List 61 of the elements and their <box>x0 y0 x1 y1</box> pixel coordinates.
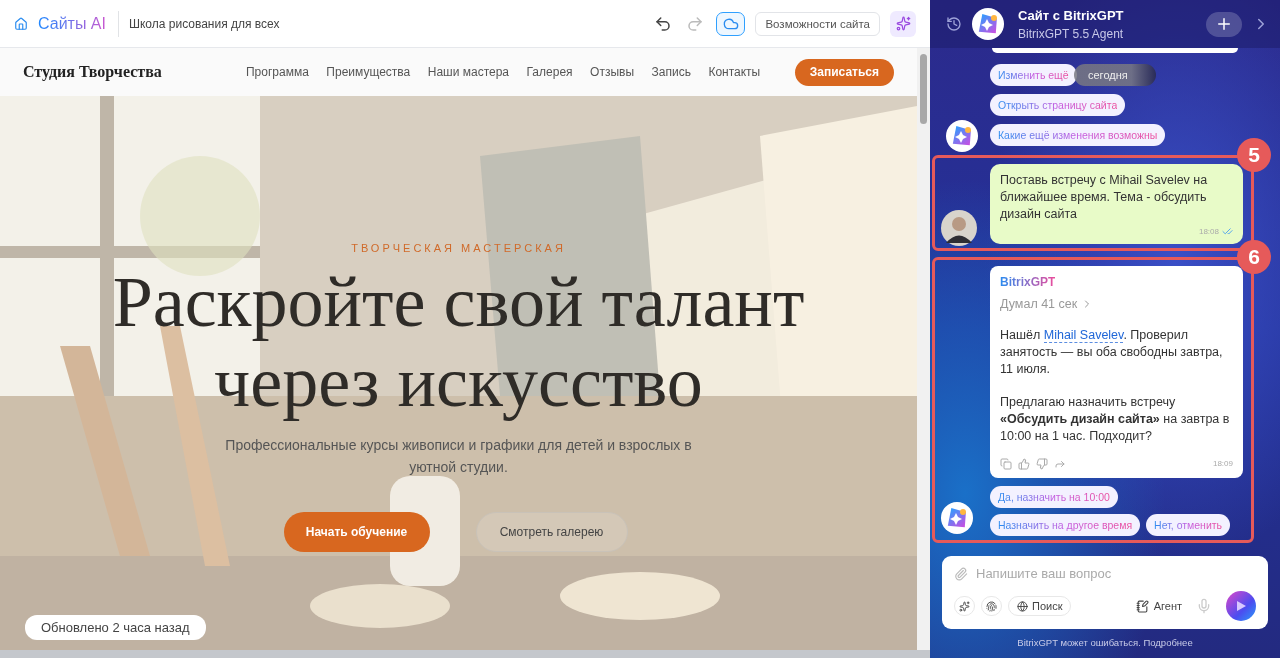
read-icon <box>1222 226 1233 237</box>
gallery-button[interactable]: Смотреть галерею <box>475 512 628 552</box>
scrollbar[interactable] <box>917 48 930 650</box>
hero-kicker: ТВОРЧЕСКАЯ МАСТЕРСКАЯ <box>351 242 566 254</box>
nav-link[interactable]: Наши мастера <box>427 65 510 79</box>
updated-badge: Обновлено 2 часа назад <box>25 615 206 640</box>
chat-title: Сайт с BitrixGPT <box>1018 7 1125 23</box>
globe-icon[interactable] <box>1017 600 1028 612</box>
message-time: 18:08 <box>1198 226 1219 238</box>
assistant-button[interactable] <box>890 10 916 37</box>
message-text: Поставь встречу с Mihail Savelev на ближайшее время. Тема - обсудить дизайн сайта <box>1000 172 1209 223</box>
sparkle-icon[interactable] <box>895 16 911 31</box>
search-button[interactable]: Поиск <box>1008 596 1072 616</box>
horizontal-scrollbar[interactable] <box>0 650 930 658</box>
sparkle-icon[interactable] <box>959 600 970 612</box>
site-brand: Студия Творчества <box>23 63 163 81</box>
send-button[interactable] <box>1226 591 1256 621</box>
notebook-icon[interactable] <box>1135 599 1149 613</box>
agent-button[interactable]: Агент <box>1135 599 1182 613</box>
nav-link[interactable]: Контакты <box>708 65 761 79</box>
annotation-badge: 5 <box>1237 138 1271 172</box>
start-button[interactable]: Начать обучение <box>283 512 430 552</box>
user-avatar <box>941 210 977 246</box>
bot-avatar-icon <box>972 8 1004 40</box>
chat-subtitle: BitrixGPT 5.5 Agent <box>1018 26 1125 41</box>
nav-link[interactable]: Преимущества <box>326 65 411 79</box>
app-logo: Сайты AI <box>38 10 119 37</box>
site-name: Школа рисования для всех <box>128 16 280 31</box>
message-text: Нашёл Mihail Savelev. Проверил занятость — вы оба свободны завтра, 11 июля. <box>1000 327 1224 378</box>
plus-icon[interactable] <box>1215 15 1233 33</box>
date-toast: сегодня <box>1074 64 1156 86</box>
nav-link[interactable]: Запись <box>651 65 691 79</box>
message-time: 18:09 <box>1212 458 1233 470</box>
suggestion-chip[interactable]: Да, назначить на 10:00 <box>990 486 1118 508</box>
suggestion-chip[interactable]: Открыть страницу сайта <box>990 94 1126 116</box>
disclaimer: BitrixGPT может ошибаться. Подробнее <box>1016 636 1194 650</box>
message-text: Предлагаю назначить встречу «Обсудить дизайн сайта» на завтра в 10:00 на 1 час. Подходит? <box>1000 394 1231 445</box>
history-button[interactable] <box>946 16 962 32</box>
send-icon[interactable] <box>1235 600 1247 612</box>
annotation-badge: 6 <box>1237 240 1271 274</box>
fingerprint-button[interactable] <box>981 596 1002 616</box>
fingerprint-icon[interactable] <box>986 600 997 612</box>
nav-link[interactable]: Галерея <box>526 65 573 79</box>
hero-subtitle: Профессиональные курсы живописи и графики для детей и взрослых в уютной студии. <box>224 436 693 477</box>
suggestion-chip[interactable]: Назначить на другое время <box>990 514 1141 536</box>
hero-title: Раскройте свой талант через искусство <box>112 262 805 422</box>
suggestion-chip[interactable]: Изменить ещё <box>990 64 1077 86</box>
bot-avatar-icon <box>941 502 973 534</box>
like-button[interactable] <box>1018 457 1030 470</box>
features-button[interactable]: Возможности сайта <box>755 11 880 36</box>
sparkle-button[interactable] <box>954 596 975 616</box>
suggestion-chip[interactable]: Нет, отменить <box>1146 514 1231 536</box>
suggestion-chip[interactable]: Какие ещё изменения возможны <box>990 124 1166 146</box>
signup-button[interactable]: Записаться <box>794 58 894 86</box>
cloud-button[interactable] <box>716 11 746 36</box>
nav-link[interactable]: Отзывы <box>590 65 635 79</box>
nav-link[interactable]: Программа <box>245 65 309 79</box>
bot-avatar-icon <box>946 120 978 152</box>
dislike-button[interactable] <box>1036 457 1048 470</box>
add-button[interactable] <box>1206 11 1242 37</box>
home-icon[interactable] <box>14 16 28 31</box>
